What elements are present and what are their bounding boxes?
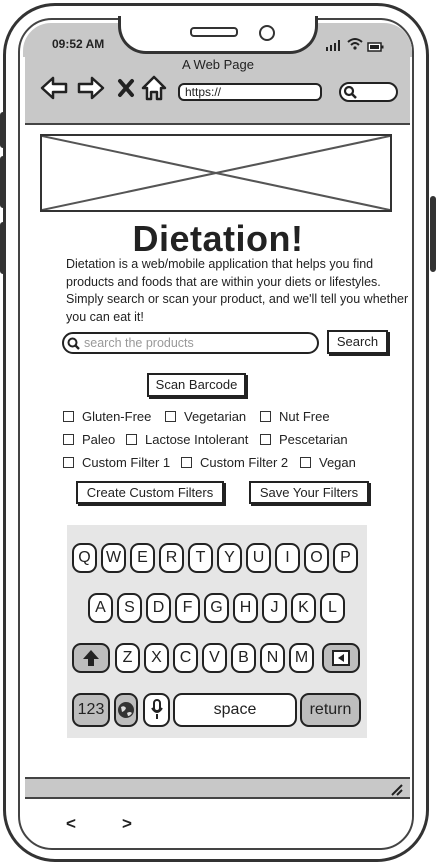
key-q[interactable]: Q xyxy=(72,543,97,573)
key-a[interactable]: A xyxy=(88,593,113,623)
browser-bottom-toolbar xyxy=(25,777,410,799)
key-y[interactable]: Y xyxy=(217,543,242,573)
save-filters-button[interactable]: Save Your Filters xyxy=(249,481,369,504)
key-i[interactable]: I xyxy=(275,543,300,573)
key-r[interactable]: R xyxy=(159,543,184,573)
resize-handle-icon[interactable] xyxy=(390,783,404,797)
checkbox[interactable] xyxy=(300,457,311,468)
backspace-icon xyxy=(332,650,350,666)
wifi-icon xyxy=(347,37,363,50)
filter-paleo[interactable]: Paleo xyxy=(63,432,115,447)
key-f[interactable]: F xyxy=(175,593,200,623)
key-o[interactable]: O xyxy=(304,543,329,573)
key-c[interactable]: C xyxy=(173,643,198,673)
key-l[interactable]: L xyxy=(320,593,345,623)
battery-icon xyxy=(367,39,385,52)
search-icon[interactable] xyxy=(343,85,357,99)
checkbox[interactable] xyxy=(63,411,74,422)
key-t[interactable]: T xyxy=(188,543,213,573)
product-search-input[interactable]: search the products xyxy=(62,332,319,354)
signal-icon xyxy=(325,38,343,51)
key-v[interactable]: V xyxy=(202,643,227,673)
microphone-key[interactable] xyxy=(143,693,170,727)
key-z[interactable]: Z xyxy=(115,643,140,673)
globe-icon xyxy=(118,702,134,718)
key-j[interactable]: J xyxy=(262,593,287,623)
return-key[interactable]: return xyxy=(300,693,361,727)
bottom-forward-button[interactable]: > xyxy=(122,814,132,834)
url-input[interactable]: https:// xyxy=(178,83,322,101)
globe-key[interactable] xyxy=(114,693,138,727)
filter-pescetarian[interactable]: Pescetarian xyxy=(260,432,348,447)
scan-barcode-button[interactable]: Scan Barcode xyxy=(147,373,246,397)
checkbox[interactable] xyxy=(63,457,74,468)
checkbox[interactable] xyxy=(63,434,74,445)
status-time: 09:52 AM xyxy=(52,37,105,51)
space-key[interactable]: space xyxy=(173,693,297,727)
filter-lactose-intolerant[interactable]: Lactose Intolerant xyxy=(126,432,248,447)
key-p[interactable]: P xyxy=(333,543,358,573)
filter-vegetarian[interactable]: Vegetarian xyxy=(165,409,246,424)
checkbox[interactable] xyxy=(260,411,271,422)
key-x[interactable]: X xyxy=(144,643,169,673)
shift-key[interactable] xyxy=(72,643,110,673)
filter-label: Vegetarian xyxy=(184,409,247,424)
search-button[interactable]: Search xyxy=(327,330,388,354)
numbers-key[interactable]: 123 xyxy=(72,693,110,727)
checkbox[interactable] xyxy=(126,434,137,445)
on-screen-keyboard: Q W E R T Y U I O P A S D F G H J K L Z … xyxy=(67,525,367,738)
shift-arrow-icon xyxy=(83,650,99,666)
back-arrow-icon[interactable] xyxy=(39,76,69,100)
filter-custom-1[interactable]: Custom Filter 1 xyxy=(63,455,170,470)
filter-custom-2[interactable]: Custom Filter 2 xyxy=(181,455,288,470)
filter-nut-free[interactable]: Nut Free xyxy=(260,409,330,424)
filter-label: Lactose Intolerant xyxy=(145,432,249,447)
key-e[interactable]: E xyxy=(130,543,155,573)
key-d[interactable]: D xyxy=(146,593,171,623)
key-b[interactable]: B xyxy=(231,643,256,673)
key-g[interactable]: G xyxy=(204,593,229,623)
browser-page-title: A Web Page xyxy=(181,57,255,72)
app-description: Dietation is a web/mobile application th… xyxy=(66,257,409,324)
filter-label: Paleo xyxy=(82,432,116,447)
filter-label: Vegan xyxy=(319,455,356,470)
earpiece xyxy=(190,27,238,37)
key-m[interactable]: M xyxy=(289,643,314,673)
microphone-icon xyxy=(150,699,163,719)
key-h[interactable]: H xyxy=(233,593,258,623)
close-icon[interactable] xyxy=(116,77,136,99)
filter-label: Nut Free xyxy=(279,409,330,424)
key-s[interactable]: S xyxy=(117,593,142,623)
app-title: Dietation! xyxy=(132,218,304,259)
filter-vegan[interactable]: Vegan xyxy=(300,455,356,470)
home-icon[interactable] xyxy=(141,74,167,102)
filter-label: Custom Filter 1 xyxy=(82,455,171,470)
checkbox[interactable] xyxy=(181,457,192,468)
key-k[interactable]: K xyxy=(291,593,316,623)
key-u[interactable]: U xyxy=(246,543,271,573)
filter-label: Custom Filter 2 xyxy=(200,455,289,470)
image-placeholder xyxy=(40,134,392,212)
key-w[interactable]: W xyxy=(101,543,126,573)
search-icon xyxy=(67,337,80,350)
front-camera xyxy=(259,25,275,41)
filter-label: Gluten-Free xyxy=(82,409,152,424)
forward-arrow-icon[interactable] xyxy=(76,76,106,100)
key-n[interactable]: N xyxy=(260,643,285,673)
filter-gluten-free[interactable]: Gluten-Free xyxy=(63,409,151,424)
backspace-key[interactable] xyxy=(322,643,360,673)
bottom-back-button[interactable]: < xyxy=(66,814,76,834)
checkbox[interactable] xyxy=(165,411,176,422)
checkbox[interactable] xyxy=(260,434,271,445)
create-custom-filters-button[interactable]: Create Custom Filters xyxy=(76,481,224,504)
filter-label: Pescetarian xyxy=(279,432,348,447)
